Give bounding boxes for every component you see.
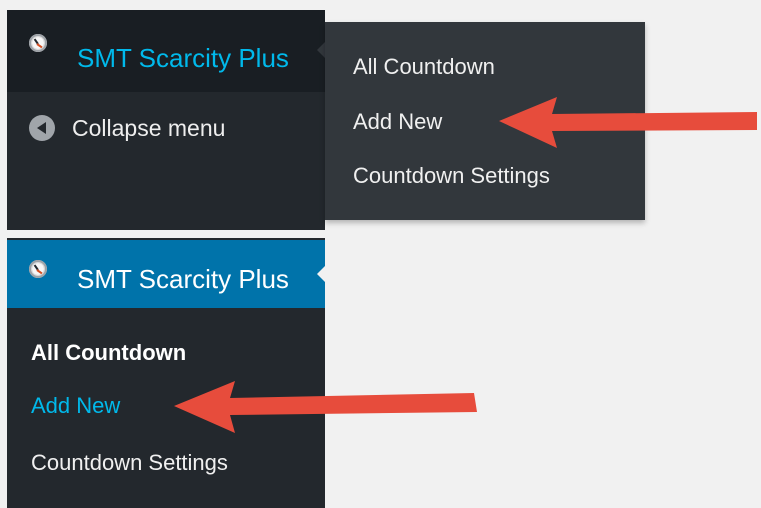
plugin-menu-label: SMT Scarcity Plus [77, 43, 289, 73]
red-annotation-arrow [499, 97, 757, 148]
sidebar-expanded-view: SMT Scarcity Plus All Countdown Add New … [7, 238, 326, 508]
flyout-countdown-settings-link[interactable]: Countdown Settings [353, 163, 550, 189]
plugin-menu-item[interactable]: SMT Scarcity Plus [7, 10, 326, 92]
flyout-all-countdown-link[interactable]: All Countdown [353, 54, 495, 80]
clock-icon [29, 260, 47, 278]
submenu-all-countdown-link[interactable]: All Countdown [31, 340, 186, 366]
submenu-add-new-link[interactable]: Add New [31, 393, 120, 419]
active-plugin-menu-label: SMT Scarcity Plus [77, 264, 289, 294]
active-plugin-menu-item[interactable]: SMT Scarcity Plus [7, 240, 326, 308]
flyout-add-new-link[interactable]: Add New [353, 109, 442, 135]
current-menu-caret-icon [317, 265, 326, 283]
clock-icon [29, 34, 47, 52]
collapse-menu-label: Collapse menu [72, 115, 226, 141]
submenu-countdown-settings-link[interactable]: Countdown Settings [31, 450, 228, 476]
collapse-menu-button[interactable]: Collapse menu [7, 107, 325, 149]
sidebar-collapsed-view: SMT Scarcity Plus Collapse menu [7, 10, 326, 230]
red-annotation-arrow [174, 381, 477, 433]
collapse-arrow-icon [29, 115, 55, 141]
